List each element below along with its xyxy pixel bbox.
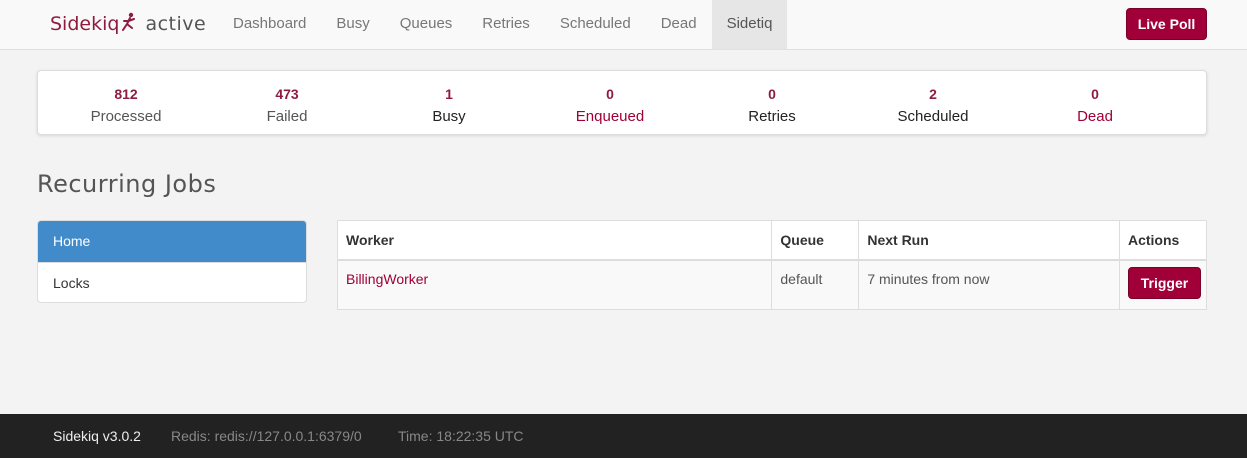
stat-label: Retries [748,108,796,125]
stat-label: Processed [90,108,162,125]
environment-label: active [145,13,207,35]
stat-label: Enqueued [575,108,645,125]
stat-count: 1 [445,86,453,102]
table-row: BillingWorker default 7 minutes from now… [336,259,1208,310]
main-nav: Dashboard Busy Queues Retries Scheduled … [218,0,788,49]
trigger-button[interactable]: Trigger [1127,267,1201,299]
column-header-queue: Queue [771,220,860,261]
worker-cell: BillingWorker [336,259,773,310]
nav-scheduled[interactable]: Scheduled [545,0,646,49]
sidebar-item-home[interactable]: Home [38,221,306,262]
brand-logo[interactable]: Sidekiq active [50,11,206,37]
nav-busy[interactable]: Busy [321,0,384,49]
brand-name: Sidekiq [50,13,120,35]
stat-count: 812 [114,86,138,102]
summary-bar: 812 Processed 473 Failed 1 Busy 0 Enqueu… [37,70,1207,135]
actions-cell: Trigger [1118,259,1208,310]
stat-count: 0 [606,86,614,102]
stat-label: Busy [432,108,466,125]
footer-version: Sidekiq v3.0.2 [53,428,141,444]
stat-count: 0 [1091,86,1099,102]
stat-count: 0 [768,86,776,102]
nav-dashboard[interactable]: Dashboard [218,0,321,49]
stat-count: 2 [929,86,937,102]
column-header-actions: Actions [1118,220,1208,261]
table-header-row: Worker Queue Next Run Actions [336,220,1208,261]
nav-dead[interactable]: Dead [646,0,712,49]
column-header-next-run: Next Run [858,220,1120,261]
nav-sidetiq[interactable]: Sidetiq [711,0,788,49]
recurring-jobs-table: Worker Queue Next Run Actions BillingWor… [336,220,1208,310]
footer-time: Time: 18:22:35 UTC [398,428,524,444]
nav-queues[interactable]: Queues [385,0,468,49]
stat-label: Failed [266,108,308,125]
sidekiq-logo-icon [121,12,137,37]
sidebar-item-locks[interactable]: Locks [38,262,306,302]
live-poll-button[interactable]: Live Poll [1126,8,1207,40]
nav-retries[interactable]: Retries [467,0,545,49]
worker-link[interactable]: BillingWorker [346,271,428,287]
stat-label: Scheduled [897,108,969,125]
top-navbar: Sidekiq active Dashboard Busy Queues Ret… [0,0,1247,50]
page-title: Recurring Jobs [37,170,217,198]
next-run-cell: 7 minutes from now [858,259,1120,310]
stat-count: 473 [275,86,299,102]
sidebar: Home Locks [37,220,307,303]
stat-label: Dead [1077,108,1113,125]
footer: Sidekiq v3.0.2 Redis: redis://127.0.0.1:… [0,414,1247,458]
queue-cell: default [771,259,860,310]
column-header-worker: Worker [336,220,773,261]
footer-redis-url: Redis: redis://127.0.0.1:6379/0 [171,428,362,444]
